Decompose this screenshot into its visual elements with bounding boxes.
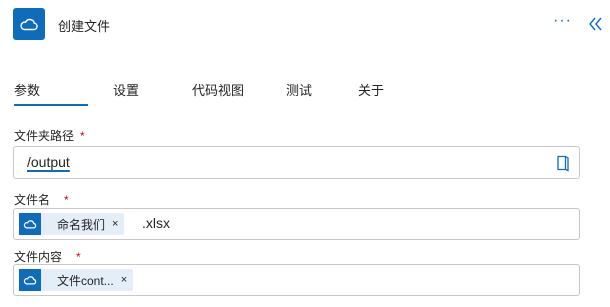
- folder-path-label: 文件夹路径 *: [14, 129, 85, 143]
- required-marker: *: [76, 250, 81, 264]
- file-name-label: 文件名 *: [14, 193, 69, 207]
- tab-code-view[interactable]: 代码视图: [192, 80, 244, 99]
- collapse-panel-icon[interactable]: [587, 14, 605, 34]
- onedrive-cloud-icon: [19, 213, 41, 235]
- tab-settings[interactable]: 设置: [113, 80, 139, 99]
- file-content-label: 文件内容 *: [14, 250, 81, 264]
- tab-bar: 参数 设置 代码视图 测试 关于: [0, 72, 610, 108]
- onedrive-cloud-icon: [13, 8, 45, 40]
- folder-path-value: /output: [27, 154, 70, 170]
- token-label: 文件cont...: [57, 273, 114, 288]
- tab-about[interactable]: 关于: [358, 80, 384, 99]
- dynamic-content-token[interactable]: 文件cont... ×: [19, 269, 134, 291]
- active-tab-indicator: [14, 104, 88, 106]
- file-extension-text: .xlsx: [142, 215, 170, 231]
- required-marker: *: [80, 129, 85, 143]
- folder-picker-icon[interactable]: [555, 154, 571, 172]
- dynamic-content-token[interactable]: 命名我们 ×: [19, 213, 125, 235]
- folder-path-input[interactable]: /output: [13, 146, 580, 179]
- more-options-button[interactable]: ···: [553, 12, 572, 30]
- required-marker: *: [64, 193, 69, 207]
- tab-parameters[interactable]: 参数: [14, 80, 40, 99]
- tab-testing[interactable]: 测试: [286, 80, 312, 99]
- token-label: 命名我们: [57, 217, 106, 232]
- file-name-input[interactable]: 命名我们 × .xlsx: [13, 208, 580, 240]
- remove-token-button[interactable]: ×: [112, 218, 124, 230]
- onedrive-cloud-icon: [19, 269, 41, 291]
- action-title: 创建文件: [58, 19, 111, 34]
- remove-token-button[interactable]: ×: [121, 274, 133, 286]
- action-header: 创建文件 ···: [0, 0, 610, 50]
- file-content-input[interactable]: 文件cont... ×: [13, 264, 580, 296]
